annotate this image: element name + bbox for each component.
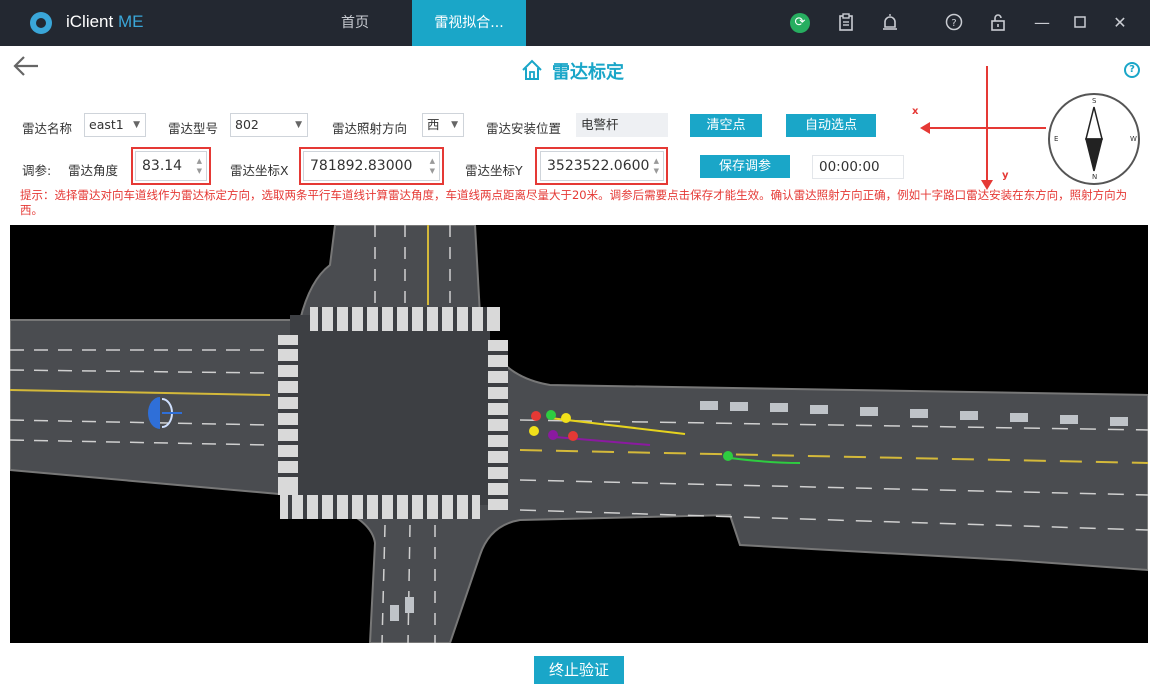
clear-points-button[interactable]: 清空点 <box>690 114 762 137</box>
coord-x-label: 雷达坐标X <box>230 163 289 178</box>
close-icon[interactable]: ✕ <box>1110 13 1130 33</box>
coord-x-highlight-box <box>299 147 444 185</box>
intersection-map[interactable] <box>10 225 1148 643</box>
page-title: 雷达标定 <box>552 62 624 83</box>
stop-verify-button[interactable]: 终止验证 <box>534 656 624 684</box>
radar-name-select[interactable]: east1 ▼ <box>84 113 146 137</box>
home-icon <box>520 58 544 82</box>
refresh-icon[interactable]: ⟳ <box>790 13 810 33</box>
chevron-down-icon: ▼ <box>133 120 140 130</box>
app-name-main: iClient <box>66 12 114 31</box>
auto-select-button[interactable]: 自动选点 <box>786 114 876 137</box>
chevron-down-icon: ▼ <box>451 120 458 130</box>
radar-model-select[interactable]: 802 ▼ <box>230 113 308 137</box>
tab-radar-video-fit[interactable]: 雷视拟合... <box>412 0 526 46</box>
alarm-icon[interactable] <box>880 13 900 33</box>
clipboard-icon[interactable] <box>836 13 856 33</box>
tab-home[interactable]: 首页 <box>300 0 410 46</box>
page-help-icon[interactable]: ? <box>1124 62 1140 78</box>
save-tune-button[interactable]: 保存调参 <box>700 155 790 178</box>
hint-text: 提示：选择雷达对向车道线作为雷达标定方向，选取两条平行车道线计算雷达角度，车道线… <box>20 188 1128 217</box>
coord-y-label: 雷达坐标Y <box>465 163 523 178</box>
direction-select[interactable]: 西 ▼ <box>422 113 464 137</box>
location-label: 雷达安装位置 <box>486 121 562 136</box>
direction-value: 西 <box>427 117 440 132</box>
app-name: iClient ME <box>66 12 143 32</box>
tune-label: 调参: <box>22 163 52 178</box>
location-input[interactable]: 电警杆 <box>576 113 668 137</box>
x-axis-arrow-icon <box>920 122 930 134</box>
angle-label: 雷达角度 <box>68 163 119 178</box>
minimize-icon[interactable]: — <box>1032 13 1052 33</box>
app-name-suffix: ME <box>117 12 144 31</box>
app-logo-icon <box>30 12 52 34</box>
radar-model-label: 雷达型号 <box>168 121 219 136</box>
unlock-icon[interactable] <box>988 13 1008 33</box>
time-display: 00:00:00 <box>812 155 904 179</box>
compass-icon: S N E W <box>1048 93 1140 185</box>
y-axis-line <box>986 66 988 186</box>
angle-highlight-box <box>131 147 211 185</box>
x-axis-label: x <box>912 106 919 117</box>
help-circle-icon[interactable]: ? <box>944 13 964 33</box>
coord-y-highlight-box <box>535 147 668 185</box>
direction-label: 雷达照射方向 <box>332 121 408 136</box>
title-bar: iClient ME 首页 雷视拟合... ⟳ ? — ✕ <box>0 0 1150 46</box>
y-axis-arrow-icon <box>981 180 993 190</box>
radar-name-value: east1 <box>89 117 124 132</box>
y-axis-label: y <box>1002 170 1009 181</box>
svg-text:?: ? <box>951 18 956 29</box>
chevron-down-icon: ▼ <box>295 120 302 130</box>
radar-model-value: 802 <box>235 117 259 132</box>
radar-name-label: 雷达名称 <box>22 121 73 136</box>
maximize-icon[interactable] <box>1070 13 1090 33</box>
back-arrow-icon[interactable] <box>12 54 40 84</box>
